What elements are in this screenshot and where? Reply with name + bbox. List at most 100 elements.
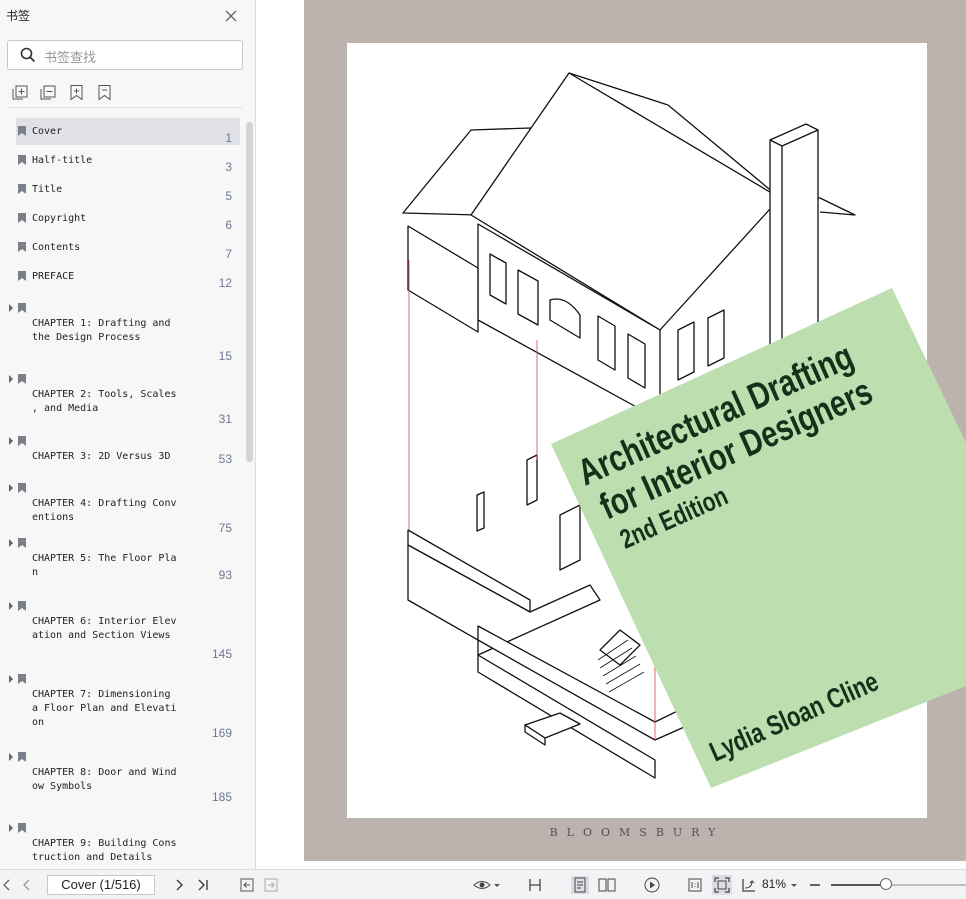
expand-arrow-icon[interactable] <box>8 753 14 761</box>
bookmark-flag-icon <box>18 213 26 223</box>
bookmark-item[interactable]: CHAPTER 4: Drafting Conv entions 75 <box>9 483 240 535</box>
actual-size-icon[interactable] <box>688 878 702 892</box>
bookmark-label: CHAPTER 1: Drafting and the Design Proce… <box>32 318 171 343</box>
bookmark-flag-icon <box>18 184 26 194</box>
expand-arrow-icon[interactable] <box>8 824 14 832</box>
bookmark-item[interactable]: CHAPTER 6: Interior Elev ation and Secti… <box>9 601 240 661</box>
bookmark-page-number: 93 <box>218 568 232 582</box>
bookmark-page-number: 3 <box>225 160 232 174</box>
bookmark-page-number: 145 <box>211 647 232 661</box>
bookmark-label: Copyright <box>32 213 87 224</box>
bookmark-item[interactable]: CHAPTER 7: Dimensioning a Floor Plan and… <box>9 674 240 740</box>
divider <box>8 107 242 108</box>
previous-page-icon[interactable] <box>20 878 34 892</box>
expand-arrow-icon[interactable] <box>8 675 14 683</box>
bookmark-label: PREFACE <box>32 271 75 282</box>
expand-arrow-icon[interactable] <box>8 539 14 547</box>
bookmark-page-number: 15 <box>218 349 232 363</box>
expand-all-icon[interactable] <box>12 84 29 101</box>
expand-arrow-icon[interactable] <box>8 484 14 492</box>
bookmark-flag-icon <box>18 752 26 762</box>
dropdown-arrow-icon[interactable] <box>493 878 501 892</box>
expand-arrow-icon[interactable] <box>8 375 14 383</box>
bookmark-item[interactable]: CHAPTER 8: Door and Wind ow Symbols 185 <box>9 752 240 804</box>
bookmark-flag-icon <box>18 538 26 548</box>
search-icon <box>20 47 36 63</box>
bookmark-item[interactable]: Copyright 6 <box>16 205 240 232</box>
bookmark-flag-icon <box>18 436 26 446</box>
bookmark-item[interactable]: Cover 1 <box>16 118 240 145</box>
two-page-icon[interactable] <box>598 878 616 892</box>
bookmark-flag-icon <box>18 303 26 313</box>
bookmark-item[interactable]: PREFACE 12 <box>16 263 240 290</box>
collapse-all-icon[interactable] <box>40 84 57 101</box>
bookmark-item[interactable]: Half-title 3 <box>16 147 240 174</box>
bookmark-label: CHAPTER 9: Building Cons truction and De… <box>32 838 177 863</box>
first-page-icon[interactable] <box>0 878 14 892</box>
bookmark-item[interactable]: CHAPTER 3: 2D Versus 3D 53 <box>9 436 240 466</box>
close-icon[interactable] <box>224 9 238 23</box>
bookmark-flag-icon <box>18 483 26 493</box>
bookmark-label: Contents <box>32 242 81 253</box>
bookmark-flag-icon <box>18 823 26 833</box>
bookmark-label: CHAPTER 5: The Floor Pla n <box>32 553 177 578</box>
fit-page-icon[interactable] <box>712 875 732 895</box>
expand-arrow-icon[interactable] <box>8 437 14 445</box>
bookmark-label: Half-title <box>32 155 93 166</box>
bookmark-flag-icon <box>18 601 26 611</box>
bookmark-icon[interactable] <box>96 84 113 101</box>
rotate-icon[interactable] <box>740 878 758 892</box>
bookmark-label: Title <box>32 184 63 195</box>
bookmark-list: Cover 1 Half-title 3 Title 5 Copyright 6 Content… <box>0 112 244 869</box>
add-bookmark-icon[interactable] <box>68 84 85 101</box>
zoom-slider-thumb[interactable] <box>880 878 892 890</box>
bookmark-page-number: 7 <box>225 247 232 261</box>
bookmark-page-number: 5 <box>225 189 232 203</box>
bookmark-page-number: 12 <box>218 276 232 290</box>
back-icon[interactable] <box>240 878 254 892</box>
bookmark-label: CHAPTER 4: Drafting Conv entions <box>32 498 177 523</box>
zoom-level[interactable]: 81% <box>762 877 786 891</box>
page-number-input[interactable]: Cover (1/516) <box>47 875 155 895</box>
zoom-out-icon[interactable] <box>808 878 822 892</box>
bookmark-page-number: 1 <box>225 131 232 145</box>
bookmark-flag-icon <box>18 374 26 384</box>
bookmark-label: CHAPTER 8: Door and Wind ow Symbols <box>32 767 177 792</box>
bookmark-page-number: 6 <box>225 218 232 232</box>
bookmark-item[interactable]: Title 5 <box>16 176 240 203</box>
status-bar: Cover (1/516) 81% <box>0 869 966 899</box>
bookmark-label: CHAPTER 3: 2D Versus 3D <box>32 451 171 462</box>
bookmark-label: CHAPTER 7: Dimensioning a Floor Plan and… <box>32 689 177 728</box>
fit-width-icon[interactable] <box>528 878 542 892</box>
bookmark-search-input[interactable]: 书签查找 <box>7 40 243 70</box>
bookmark-item[interactable]: CHAPTER 2: Tools, Scales , and Media 31 <box>9 374 240 426</box>
forward-icon[interactable] <box>264 878 278 892</box>
bookmark-panel: 书签 书签查找 Cover 1 Half-title 3 Title 5 Copyright… <box>0 0 256 869</box>
bookmark-flag-icon <box>18 126 26 136</box>
bookmark-label: CHAPTER 2: Tools, Scales , and Media <box>32 389 177 414</box>
bookmark-page-number: 75 <box>218 521 232 535</box>
zoom-dropdown-icon[interactable] <box>790 878 798 892</box>
next-page-icon[interactable] <box>172 878 186 892</box>
bookmark-label: CHAPTER 6: Interior Elev ation and Secti… <box>32 616 177 641</box>
bookmark-item[interactable]: CHAPTER 9: Building Cons truction and De… <box>9 823 240 869</box>
bookmark-flag-icon <box>18 242 26 252</box>
zoom-slider-fill <box>831 884 887 886</box>
bookmark-page-number: 185 <box>211 790 232 804</box>
expand-arrow-icon[interactable] <box>8 602 14 610</box>
expand-arrow-icon[interactable] <box>8 304 14 312</box>
bookmark-item[interactable]: CHAPTER 5: The Floor Pla n 93 <box>9 538 240 582</box>
single-page-icon[interactable] <box>571 876 589 894</box>
bookmark-item[interactable]: Contents 7 <box>16 234 240 261</box>
eye-icon[interactable] <box>473 878 491 892</box>
publisher-name: BLOOMSBURY <box>549 826 725 839</box>
bookmark-page-number: 169 <box>211 726 232 740</box>
last-page-icon[interactable] <box>196 878 210 892</box>
bookmark-item[interactable]: CHAPTER 1: Drafting and the Design Proce… <box>9 303 240 363</box>
bookmark-label: Cover <box>32 126 63 137</box>
search-placeholder: 书签查找 <box>44 51 97 66</box>
bookmark-flag-icon <box>18 271 26 281</box>
cover-title-block: Architectural Drafting for Interior Desi… <box>551 288 966 788</box>
scrollbar[interactable] <box>246 122 253 462</box>
play-icon[interactable] <box>644 877 660 893</box>
